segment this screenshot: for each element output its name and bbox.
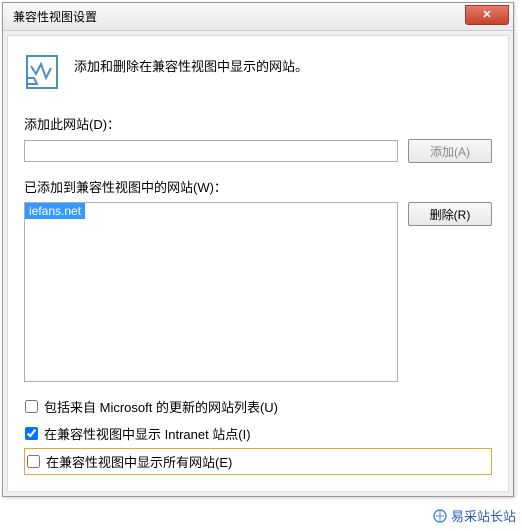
compat-view-icon <box>24 54 60 90</box>
checkbox-ms-update[interactable]: 包括来自 Microsoft 的更新的网站列表(U) <box>24 396 492 417</box>
checkbox-intranet-input[interactable] <box>25 427 38 440</box>
checkbox-ms-update-input[interactable] <box>25 400 38 413</box>
watermark-icon <box>432 508 448 524</box>
checkbox-ms-update-label: 包括来自 Microsoft 的更新的网站列表(U) <box>44 397 278 416</box>
close-button[interactable]: ✕ <box>465 5 509 25</box>
header-description: 添加和删除在兼容性视图中显示的网站。 <box>74 54 308 75</box>
checkbox-intranet[interactable]: 在兼容性视图中显示 Intranet 站点(I) <box>24 423 492 444</box>
add-website-label: 添加此网站(D)： <box>24 114 492 133</box>
add-button[interactable]: 添加(A) <box>408 139 492 163</box>
added-list-label: 已添加到兼容性视图中的网站(W)： <box>24 177 492 196</box>
list-item[interactable]: iefans.net <box>25 203 85 219</box>
add-website-input[interactable] <box>24 140 398 162</box>
checkbox-all-sites[interactable]: 在兼容性视图中显示所有网站(E) <box>26 451 490 472</box>
close-icon: ✕ <box>482 8 491 21</box>
highlighted-checkbox-container: 在兼容性视图中显示所有网站(E) <box>24 448 492 475</box>
watermark-text: 易采站长站 <box>451 506 516 525</box>
dialog-content: 添加和删除在兼容性视图中显示的网站。 添加此网站(D)： 添加(A) 已添加到兼… <box>7 35 509 492</box>
titlebar: 兼容性视图设置 ✕ <box>3 3 513 31</box>
added-list-row: iefans.net 删除(R) <box>24 202 492 382</box>
checkbox-all-sites-input[interactable] <box>27 455 40 468</box>
dialog-window: 兼容性视图设置 ✕ 添加和删除在兼容性视图中显示的网站。 添加此网站(D)： 添… <box>2 2 514 497</box>
checkbox-all-sites-label: 在兼容性视图中显示所有网站(E) <box>46 452 232 471</box>
checkbox-intranet-label: 在兼容性视图中显示 Intranet 站点(I) <box>44 424 251 443</box>
header-row: 添加和删除在兼容性视图中显示的网站。 <box>24 54 492 90</box>
add-website-row: 添加(A) <box>24 139 492 163</box>
website-listbox[interactable]: iefans.net <box>24 202 398 382</box>
remove-button[interactable]: 删除(R) <box>408 202 492 226</box>
watermark: 易采站长站 <box>432 506 516 525</box>
window-title: 兼容性视图设置 <box>13 8 97 25</box>
